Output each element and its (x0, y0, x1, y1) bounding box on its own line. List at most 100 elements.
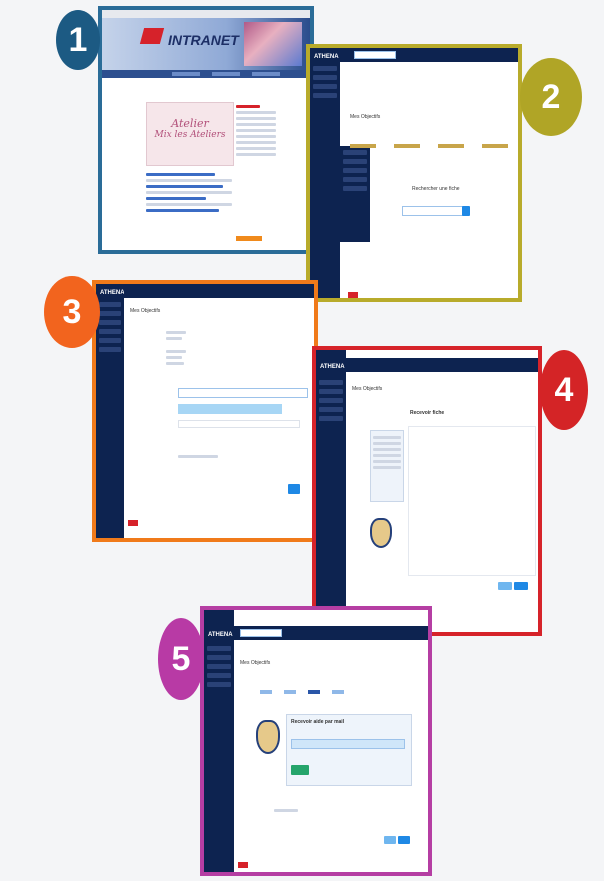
news-line[interactable] (146, 197, 207, 200)
sidebar-item[interactable] (319, 407, 343, 412)
step-tab[interactable] (308, 690, 320, 694)
radio-option[interactable] (166, 350, 186, 353)
category-item[interactable] (350, 144, 376, 148)
submenu-item[interactable] (343, 177, 367, 182)
sidebar-item[interactable] (99, 320, 121, 325)
news-line[interactable] (146, 209, 220, 212)
send-button[interactable] (514, 582, 528, 590)
sidebar-item[interactable] (313, 75, 337, 80)
page-title: Mes Objectifs (130, 308, 161, 314)
app-sidebar: ATHENA (316, 350, 346, 632)
step-number: 3 (62, 292, 82, 331)
sidebar-item[interactable] (99, 329, 121, 334)
option-row[interactable] (274, 806, 298, 815)
sidebar-item[interactable] (99, 347, 121, 352)
category-row (350, 144, 518, 152)
sidebar-item[interactable] (207, 655, 231, 660)
intranet-nav (102, 70, 310, 78)
sidebar-item[interactable] (319, 398, 343, 403)
mascot-icon (370, 518, 392, 548)
sidebar-item[interactable] (99, 311, 121, 316)
sidebar-item[interactable] (207, 664, 231, 669)
sidebar-item[interactable] (319, 389, 343, 394)
news-line[interactable] (146, 185, 224, 188)
radio-option[interactable] (166, 337, 182, 340)
banner-title: INTRANET (168, 32, 239, 48)
news-line (146, 203, 232, 206)
sidebar-item[interactable] (207, 646, 231, 651)
secondary-button[interactable] (384, 836, 396, 844)
message-textarea[interactable] (408, 426, 536, 576)
search-button[interactable] (462, 206, 470, 216)
submit-button[interactable] (288, 484, 300, 494)
hint-bubble (370, 430, 404, 502)
category-item[interactable] (394, 144, 420, 148)
column-line[interactable] (236, 117, 276, 120)
footer-logo (238, 862, 248, 868)
column-line[interactable] (236, 129, 276, 132)
step-tab[interactable] (260, 690, 272, 694)
fiche-search-input[interactable] (402, 206, 464, 216)
text-field[interactable] (178, 388, 308, 398)
checkbox-row[interactable] (178, 452, 218, 461)
step-number: 4 (554, 370, 574, 409)
screenshot-search: ATHENA Mes Objectifs Rechercher une fich… (306, 44, 522, 302)
submenu-item[interactable] (343, 168, 367, 173)
radio-option[interactable] (166, 362, 184, 365)
nav-tab[interactable] (212, 72, 240, 76)
column-line[interactable] (236, 141, 276, 144)
radio-option[interactable] (166, 356, 182, 359)
submenu-item[interactable] (343, 186, 367, 191)
sidebar-item[interactable] (313, 84, 337, 89)
step-number: 2 (541, 77, 561, 116)
sidebar-item[interactable] (319, 416, 343, 421)
footer-logo (128, 520, 138, 526)
browser-bar (102, 10, 310, 18)
sidebar-item[interactable] (207, 673, 231, 678)
confirm-button[interactable] (291, 765, 309, 775)
text-field[interactable] (178, 420, 300, 428)
news-line[interactable] (146, 173, 215, 176)
column-line[interactable] (236, 153, 276, 156)
sidebar-item[interactable] (207, 682, 231, 687)
send-button[interactable] (398, 836, 410, 844)
sidebar-item[interactable] (319, 380, 343, 385)
submenu-item[interactable] (343, 159, 367, 164)
category-item[interactable] (482, 144, 508, 148)
step-tab[interactable] (284, 690, 296, 694)
column-line[interactable] (236, 111, 276, 114)
app-logo: ATHENA (314, 54, 339, 60)
nav-tab[interactable] (252, 72, 280, 76)
radio-option[interactable] (166, 331, 186, 334)
hint-line (373, 460, 401, 463)
footer-link[interactable] (236, 236, 262, 241)
featured-card[interactable]: Atelier Mix les Ateliers (146, 102, 234, 166)
step-badge-4: 4 (540, 350, 588, 430)
sidebar-item[interactable] (313, 66, 337, 71)
sidebar-item[interactable] (99, 338, 121, 343)
column-line[interactable] (236, 123, 276, 126)
top-search-input[interactable] (354, 51, 396, 59)
step-tab[interactable] (332, 690, 344, 694)
app-topbar (340, 48, 518, 62)
email-field[interactable] (291, 739, 405, 749)
option-line[interactable] (274, 809, 298, 812)
nav-tab[interactable] (172, 72, 200, 76)
screenshot-form: ATHENA Mes Objectifs (92, 280, 318, 542)
step-tabs (260, 690, 380, 696)
checkbox-option[interactable] (178, 455, 218, 458)
selected-suggestion[interactable] (178, 404, 282, 414)
category-item[interactable] (438, 144, 464, 148)
top-search-input[interactable] (240, 629, 282, 637)
column-line[interactable] (236, 135, 276, 138)
sidebar-item[interactable] (313, 93, 337, 98)
step-badge-3: 3 (44, 276, 100, 348)
secondary-button[interactable] (498, 582, 512, 590)
hint-line (373, 466, 401, 469)
submenu (340, 146, 370, 242)
app-logo: ATHENA (100, 290, 125, 296)
radio-group (166, 328, 206, 368)
column-line[interactable] (236, 147, 276, 150)
page-title: Mes Objectifs (352, 386, 383, 392)
sidebar-item[interactable] (99, 302, 121, 307)
